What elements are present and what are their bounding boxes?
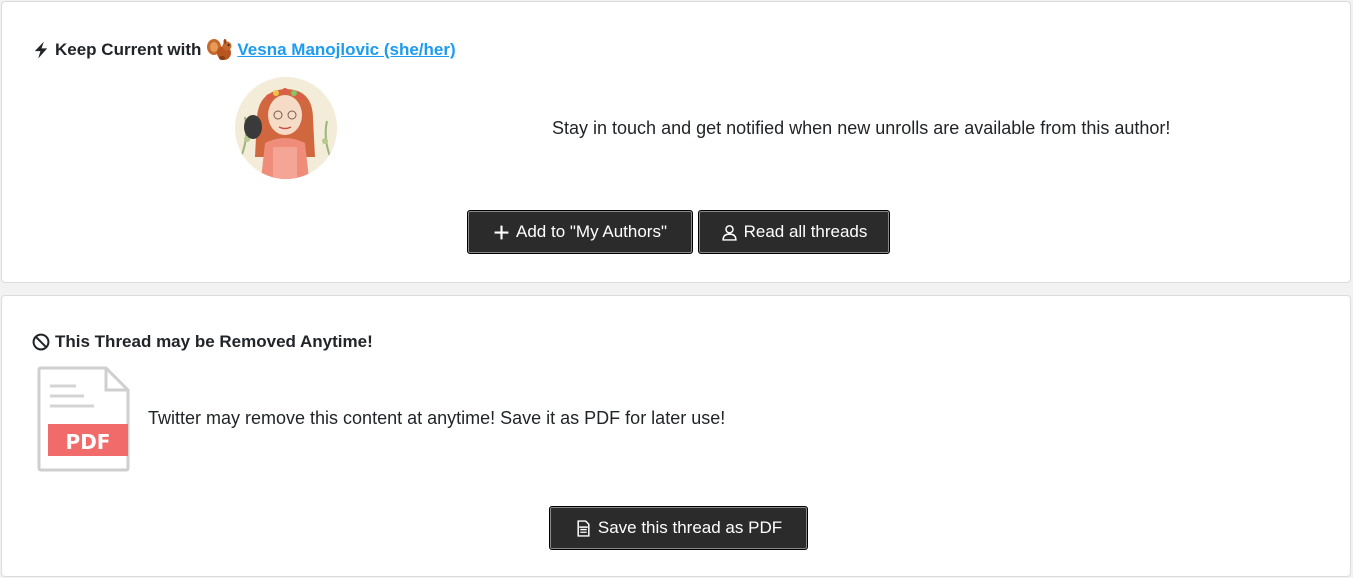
lightning-bolt-icon	[34, 41, 48, 59]
thread-removal-description: Twitter may remove this content at anyti…	[148, 408, 726, 428]
author-link[interactable]: Vesna Manojlovic (she/her)	[206, 38, 456, 62]
add-button-label: Add to "My Authors"	[516, 222, 667, 241]
pdf-file-icon: PDF	[37, 366, 130, 472]
thread-removal-card: This Thread may be Removed Anytime! PDF …	[1, 295, 1351, 577]
keep-current-card: Keep Current with Vesna Manojlovic (she/…	[1, 1, 1351, 283]
read-all-threads-button[interactable]: Read all threads	[698, 210, 890, 254]
keep-current-title: Keep Current with Vesna Manojlovic (she/…	[32, 38, 456, 62]
squirrel-icon	[207, 39, 232, 60]
pdf-icon	[577, 519, 590, 537]
thread-removal-title: This Thread may be Removed Anytime!	[32, 332, 373, 352]
pdf-file-label: PDF	[66, 430, 111, 454]
avatar	[235, 77, 337, 179]
keep-current-prefix: Keep Current with	[55, 40, 202, 59]
save-button-label: Save this thread as PDF	[597, 518, 783, 537]
read-button-label: Read all threads	[743, 222, 868, 241]
save-as-pdf-button[interactable]: Save this thread as PDF	[549, 506, 808, 550]
person-icon	[721, 224, 737, 241]
thread-removal-title-text: This Thread may be Removed Anytime!	[55, 332, 373, 351]
prohibited-icon	[32, 333, 50, 351]
author-name: Vesna Manojlovic (she/her)	[237, 40, 456, 59]
plus-icon	[494, 225, 509, 239]
keep-current-description: Stay in touch and get notified when new …	[552, 118, 1171, 138]
add-to-my-authors-button[interactable]: Add to "My Authors"	[467, 210, 693, 254]
